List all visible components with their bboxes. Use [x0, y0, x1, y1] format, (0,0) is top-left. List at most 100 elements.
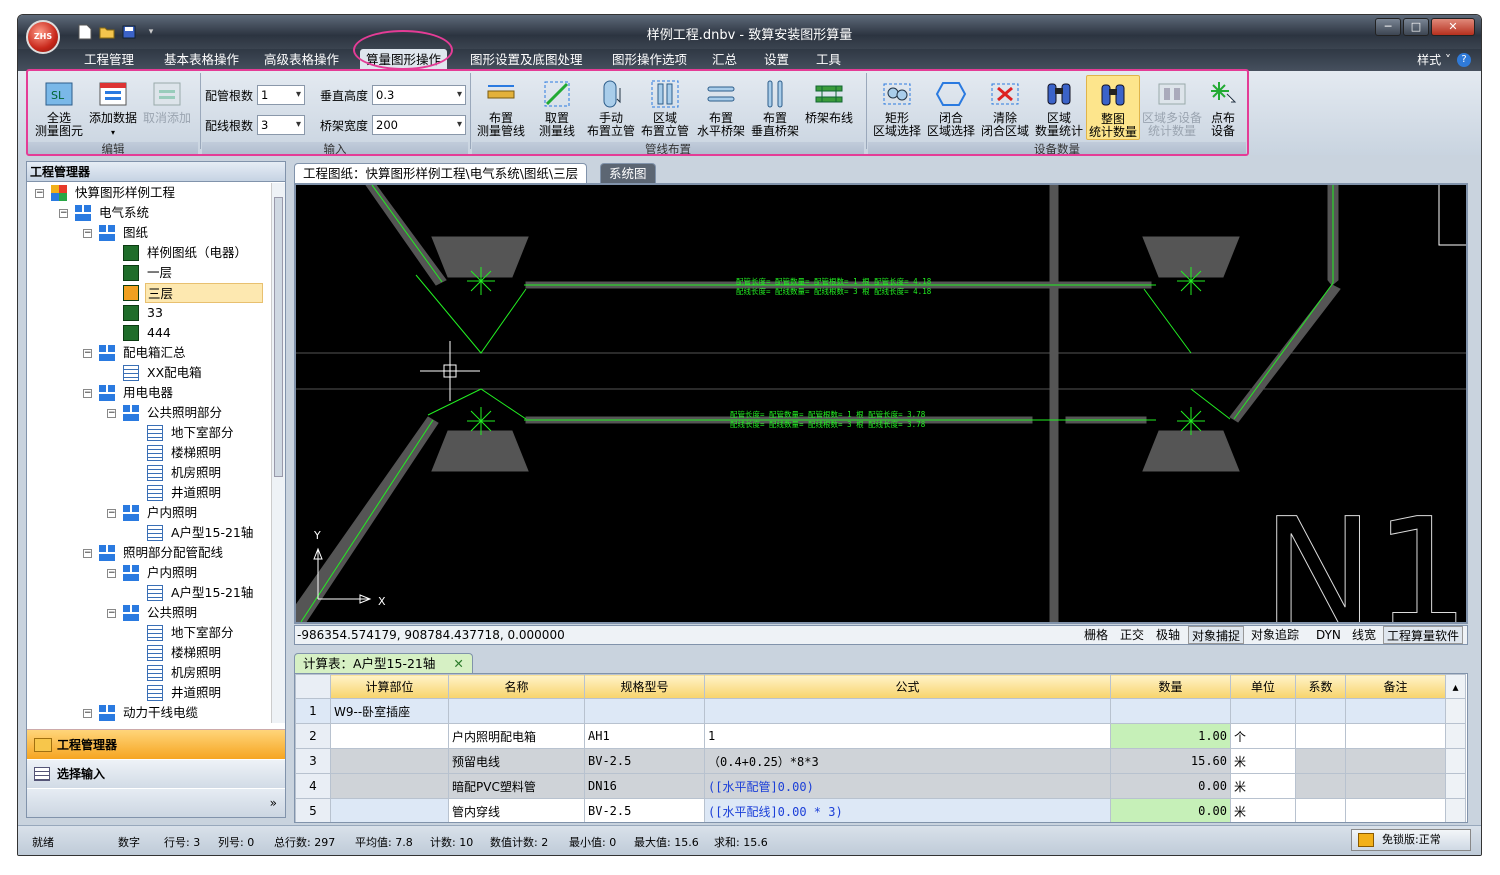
cell-name[interactable]: 户内照明配电箱: [448, 723, 585, 749]
scroll-up-icon[interactable]: ▴: [1445, 674, 1466, 699]
tree-node[interactable]: 样例图纸（电器）: [107, 243, 273, 263]
cell-note[interactable]: [1345, 798, 1446, 822]
cell-qty[interactable]: 0.00: [1110, 773, 1231, 799]
rect-select-button[interactable]: 矩形 区域选择: [870, 75, 924, 138]
tree-node[interactable]: − 公共照明: [107, 603, 273, 623]
cell-spec[interactable]: DN16: [584, 773, 705, 799]
table-row[interactable]: 3 预留电线 BV-2.5 （0.4+0.25）*8*3 15.60 米: [295, 748, 1466, 774]
col-header[interactable]: 名称: [448, 674, 585, 699]
tree-node[interactable]: − 照明部分配管配线: [83, 543, 273, 563]
tree-node[interactable]: 井道照明: [131, 483, 273, 503]
tree-node[interactable]: − 配电箱汇总: [83, 343, 273, 363]
nav-project-manager[interactable]: 工程管理器: [27, 729, 285, 759]
grid-scrollbar[interactable]: [1445, 773, 1466, 799]
close-button[interactable]: ✕: [1431, 18, 1475, 36]
tree-node[interactable]: 楼梯照明: [131, 643, 273, 663]
tree-expander-icon[interactable]: −: [107, 609, 116, 618]
cad-canvas[interactable]: 配管长度= 配管数量= 配管根数= 1 根 配管长度= 4.18 配线长度= 配…: [294, 183, 1468, 624]
tree-node[interactable]: 一层: [107, 263, 273, 283]
multi-device-count-button[interactable]: 区域多设备 统计数量: [1140, 75, 1204, 138]
tree-node[interactable]: − 户内照明: [107, 563, 273, 583]
tree-expander-icon[interactable]: −: [59, 209, 68, 218]
toggle-polar[interactable]: 极轴: [1153, 626, 1183, 644]
cell-name[interactable]: [448, 698, 585, 724]
tree-node[interactable]: 井道照明: [131, 683, 273, 703]
tree-node[interactable]: 机房照明: [131, 663, 273, 683]
tree-node[interactable]: − 户内照明: [107, 503, 273, 523]
cancel-add-button[interactable]: 取消添加: [140, 75, 194, 125]
cell-coef[interactable]: [1295, 723, 1346, 749]
nav-expand-chevron[interactable]: »: [27, 789, 285, 817]
tree-scroll-thumb[interactable]: [274, 197, 283, 477]
cell-coef[interactable]: [1295, 748, 1346, 774]
tray-width-combo[interactable]: 200: [372, 115, 466, 135]
row-number[interactable]: 5: [295, 798, 331, 822]
point-device-button[interactable]: 点布 设备: [1196, 75, 1250, 138]
tree-scrollbar[interactable]: [271, 183, 285, 723]
grid-scrollbar[interactable]: [1445, 723, 1466, 749]
maximize-button[interactable]: □: [1403, 18, 1429, 36]
tab-calc-table[interactable]: 计算表：A户型15-21轴 ✕: [294, 653, 473, 673]
tree-expander-icon[interactable]: −: [83, 349, 92, 358]
toggle-grid[interactable]: 栅格: [1081, 626, 1111, 644]
tab-summary[interactable]: 汇总: [706, 49, 743, 71]
tab-system-diagram[interactable]: 系统图: [600, 163, 656, 183]
col-header[interactable]: 规格型号: [584, 674, 705, 699]
nav-select-input[interactable]: 选择输入: [27, 760, 285, 788]
col-header[interactable]: 公式: [704, 674, 1111, 699]
tree-node[interactable]: 三层: [107, 283, 273, 303]
tree-expander-icon[interactable]: −: [83, 549, 92, 558]
pipe-count-combo[interactable]: 1: [257, 85, 305, 105]
wire-count-combo[interactable]: 3: [257, 115, 305, 135]
toggle-ortho[interactable]: 正交: [1117, 626, 1147, 644]
style-menu[interactable]: 样式 ˅: [1417, 49, 1451, 71]
col-header[interactable]: 备注: [1345, 674, 1446, 699]
cell-part[interactable]: [330, 723, 449, 749]
cell-part[interactable]: W9--卧室插座: [330, 698, 449, 724]
select-all-measure-button[interactable]: SL 全选 测量图元: [32, 75, 86, 138]
tree-node[interactable]: − 电气系统: [59, 203, 273, 223]
horizontal-tray-button[interactable]: 布置 水平桥架: [694, 75, 748, 138]
tree-node[interactable]: − 快算图形样例工程: [35, 183, 265, 203]
tree-node[interactable]: A户型15-21轴: [131, 523, 273, 543]
cell-qty[interactable]: [1110, 698, 1231, 724]
cell-spec[interactable]: BV-2.5: [584, 798, 705, 822]
vert-height-combo[interactable]: 0.3: [372, 85, 466, 105]
app-orb-button[interactable]: ZHS: [26, 20, 60, 54]
area-riser-button[interactable]: 区域 布置立管: [638, 75, 692, 138]
whole-count-button[interactable]: 整图 统计数量: [1086, 75, 1140, 140]
tree-node[interactable]: XX配电箱: [107, 363, 273, 383]
cell-formula[interactable]: ([水平配线]0.00 * 3): [704, 798, 1111, 822]
pick-measure-line-button[interactable]: 取置 测量线: [530, 75, 584, 138]
tree-expander-icon[interactable]: −: [83, 229, 92, 238]
cell-formula[interactable]: （0.4+0.25）*8*3: [704, 748, 1111, 774]
license-status[interactable]: 免锁版:正常: [1351, 829, 1471, 851]
tab-settings[interactable]: 设置: [758, 49, 795, 71]
tab-tools[interactable]: 工具: [810, 49, 847, 71]
col-header[interactable]: 数量: [1110, 674, 1231, 699]
tab-advanced-table[interactable]: 高级表格操作: [258, 49, 345, 71]
grid-scrollbar[interactable]: [1445, 698, 1466, 724]
cell-unit[interactable]: 米: [1230, 748, 1296, 774]
cell-note[interactable]: [1345, 698, 1446, 724]
place-measure-pipe-button[interactable]: 布置 测量管线: [474, 75, 528, 138]
corner-cell[interactable]: [295, 674, 331, 699]
tree-expander-icon[interactable]: −: [83, 389, 92, 398]
tree-node[interactable]: 楼梯照明: [131, 443, 273, 463]
tree-node[interactable]: 33: [107, 303, 273, 323]
col-header[interactable]: 系数: [1295, 674, 1346, 699]
table-row[interactable]: 2 户内照明配电箱 AH1 1 1.00 个: [295, 723, 1466, 749]
tree-expander-icon[interactable]: −: [107, 509, 116, 518]
cell-spec[interactable]: AH1: [584, 723, 705, 749]
tab-project-management[interactable]: 工程管理: [78, 49, 140, 71]
cell-name[interactable]: 暗配PVC塑料管: [448, 773, 585, 799]
tree-node[interactable]: A户型15-21轴: [131, 583, 273, 603]
cell-formula[interactable]: ([水平配管]0.00): [704, 773, 1111, 799]
row-number[interactable]: 3: [295, 748, 331, 774]
tab-quantity-graphics[interactable]: 算量图形操作: [360, 49, 448, 71]
tree-node[interactable]: 地下室部分: [131, 623, 273, 643]
table-row[interactable]: 4 暗配PVC塑料管 DN16 ([水平配管]0.00) 0.00 米: [295, 773, 1466, 799]
add-data-button[interactable]: 添加数据 ▾: [86, 75, 140, 139]
row-number[interactable]: 1: [295, 698, 331, 724]
cell-formula[interactable]: 1: [704, 723, 1111, 749]
